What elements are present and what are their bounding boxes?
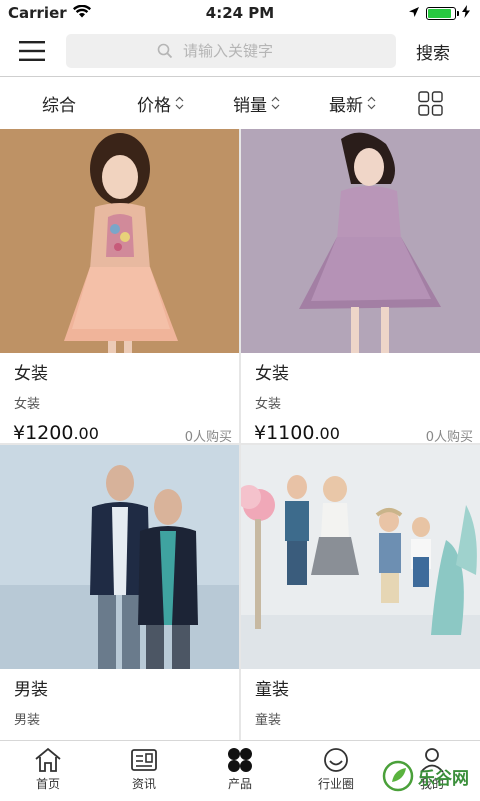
product-category: 男装 [14, 713, 41, 728]
filter-label: 综合 [42, 95, 76, 116]
product-card[interactable]: 女装 女装 ¥1100.00 0人购买 [241, 129, 480, 445]
home-icon [35, 747, 61, 772]
charging-icon [462, 4, 470, 22]
filter-label: 最新 [329, 95, 363, 116]
wifi-icon [72, 4, 91, 22]
product-image [241, 445, 480, 669]
filter-bar: 综合 价格 销量 最新 [0, 77, 480, 129]
product-name: 童装 [255, 680, 289, 700]
product-card[interactable]: 女装 女装 ¥1200.00 0人购买 [0, 129, 240, 445]
filter-label: 价格 [137, 95, 171, 116]
product-price: ¥1200.00 [13, 422, 99, 444]
hamburger-icon [19, 41, 45, 61]
row-divider [0, 443, 480, 445]
tab-home[interactable]: 首页 [0, 747, 96, 792]
status-bar: Carrier 4:24 PM [0, 0, 480, 26]
search-button[interactable]: 搜索 [416, 39, 450, 64]
filter-price[interactable]: 价格 [137, 91, 184, 116]
product-card[interactable]: 男装 男装 [0, 445, 240, 740]
smiley-icon [324, 748, 348, 772]
product-card[interactable]: 童装 童装 [241, 445, 480, 740]
product-price: ¥1100.00 [254, 422, 340, 444]
leaf-logo-icon [382, 760, 414, 792]
carrier-label: Carrier [8, 4, 67, 22]
product-image [241, 129, 480, 353]
location-arrow-icon [408, 4, 420, 22]
tab-industry[interactable]: 行业圈 [288, 747, 384, 792]
product-name: 男装 [14, 680, 48, 700]
battery-icon [426, 6, 459, 20]
search-box[interactable] [66, 34, 396, 68]
product-name: 女装 [14, 364, 48, 384]
top-navbar: 搜索 [0, 26, 480, 77]
tab-label: 行业圈 [317, 777, 354, 791]
filter-newest[interactable]: 最新 [329, 91, 376, 116]
sort-chevrons-icon [271, 96, 280, 110]
product-image [0, 445, 239, 669]
watermark-logo: 乐谷网 [382, 756, 478, 796]
sort-chevrons-icon [175, 96, 184, 110]
watermark-text: 乐谷网 [418, 768, 469, 789]
product-name: 女装 [255, 364, 289, 384]
grid-view-toggle[interactable] [418, 91, 443, 116]
search-icon [157, 43, 173, 59]
tab-products[interactable]: 产品 [192, 747, 288, 792]
product-category: 女装 [14, 397, 41, 412]
product-image [0, 129, 239, 353]
menu-button[interactable] [0, 26, 64, 76]
tab-label: 首页 [35, 777, 60, 791]
sort-chevrons-icon [367, 96, 376, 110]
product-category: 女装 [255, 397, 282, 412]
tab-label: 产品 [227, 777, 252, 791]
products-icon [228, 748, 252, 772]
search-input[interactable] [181, 41, 305, 61]
grid-view-icon [418, 91, 443, 116]
news-icon [131, 749, 157, 771]
product-grid: 女装 女装 ¥1200.00 0人购买 女装 女装 ¥1100.00 0人购买 [0, 129, 480, 740]
tab-label: 资讯 [131, 777, 156, 791]
product-category: 童装 [255, 713, 282, 728]
filter-comprehensive[interactable]: 综合 [42, 91, 76, 116]
column-divider [239, 129, 241, 740]
filter-label: 销量 [233, 95, 267, 116]
tab-news[interactable]: 资讯 [96, 747, 192, 792]
filter-sales[interactable]: 销量 [233, 91, 280, 116]
